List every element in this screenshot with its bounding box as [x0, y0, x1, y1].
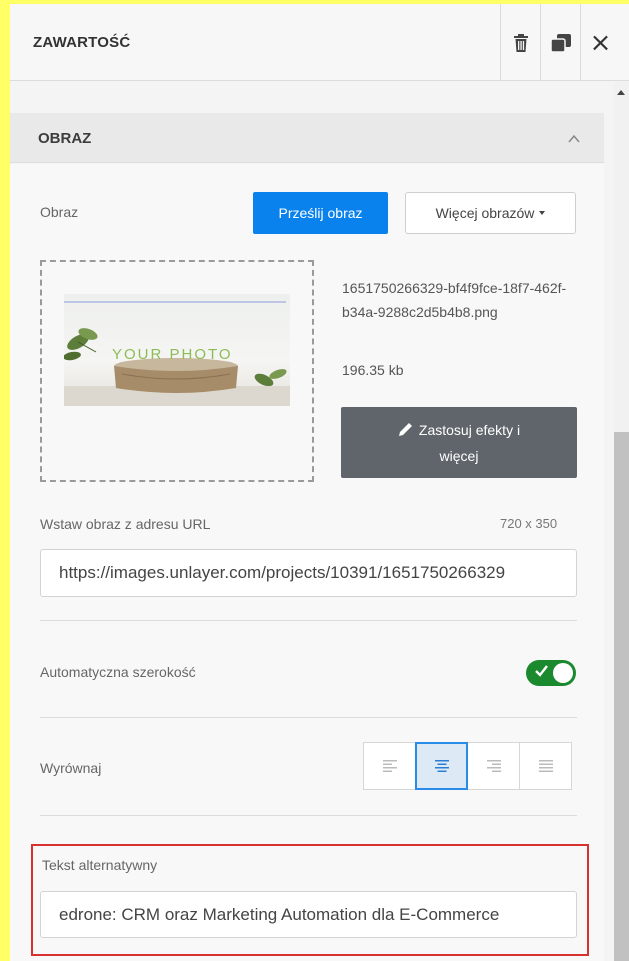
duplicate-button[interactable]: [540, 4, 580, 81]
auto-width-label: Automatyczna szerokość: [40, 664, 196, 680]
alignment-button-group: [363, 742, 577, 790]
image-url-value: https://images.unlayer.com/projects/1039…: [59, 563, 506, 582]
alt-text-input[interactable]: edrone: CRM oraz Marketing Automation dl…: [40, 891, 577, 938]
section-title: OBRAZ: [38, 130, 92, 147]
close-icon: ×: [589, 27, 612, 58]
upload-image-button[interactable]: Prześlij obraz: [253, 192, 388, 234]
image-dimensions: 720 x 350: [500, 516, 558, 531]
effects-label-line2: więcej: [439, 447, 479, 464]
url-label: Wstaw obraz z adresu URL: [40, 516, 211, 532]
duplicate-icon: [550, 33, 571, 52]
scroll-up-arrow-icon[interactable]: [617, 90, 625, 95]
auto-width-toggle[interactable]: [526, 660, 576, 686]
more-images-dropdown[interactable]: Więcej obrazów: [405, 192, 576, 234]
divider: [40, 815, 577, 816]
apply-effects-button[interactable]: Zastosuj efekty i więcej: [341, 407, 577, 478]
align-justify-icon: [538, 760, 553, 772]
image-section-header[interactable]: OBRAZ: [10, 113, 604, 163]
alt-text-label: Tekst alternatywny: [42, 857, 158, 873]
content-panel: ZAWARTOŚĆ × OBRAZ Obraz Prześlij obraz W…: [10, 4, 629, 961]
caret-down-icon: [539, 211, 546, 215]
image-url-input[interactable]: https://images.unlayer.com/projects/1039…: [40, 549, 577, 597]
align-justify-button[interactable]: [519, 742, 572, 790]
align-label: Wyrównaj: [40, 760, 102, 776]
image-thumbnail: YOUR PHOTO: [64, 294, 290, 406]
align-left-icon: [382, 760, 397, 772]
toggle-knob: [553, 663, 573, 683]
divider: [40, 620, 577, 621]
align-left-button[interactable]: [363, 742, 416, 790]
panel-header: ZAWARTOŚĆ ×: [10, 4, 629, 81]
file-name: 1651750266329-bf4f9fce-18f7-462f-b34a-92…: [342, 280, 567, 320]
scrollbar-thumb[interactable]: [614, 432, 629, 961]
trash-icon: [513, 33, 528, 52]
align-center-button[interactable]: [415, 742, 468, 790]
effects-label-line1: Zastosuj efekty i: [418, 421, 521, 438]
panel-title: ZAWARTOŚĆ: [33, 34, 131, 51]
thumbnail-text: YOUR PHOTO: [112, 346, 233, 363]
align-center-icon: [434, 760, 449, 772]
more-images-label: Więcej obrazów: [435, 205, 535, 221]
image-drop-zone[interactable]: YOUR PHOTO: [40, 260, 314, 482]
align-right-icon: [486, 760, 501, 772]
close-button[interactable]: ×: [580, 4, 620, 81]
chevron-up-icon: [568, 134, 580, 143]
image-label: Obraz: [40, 204, 79, 220]
image-section-body: Obraz Prześlij obraz Więcej obrazów YOUR…: [10, 164, 604, 961]
delete-button[interactable]: [500, 4, 540, 81]
file-size: 196.35 kb: [342, 362, 404, 378]
check-icon: [535, 665, 548, 677]
alt-text-value: edrone: CRM oraz Marketing Automation dl…: [59, 904, 500, 924]
divider: [40, 717, 577, 718]
pencil-icon: [398, 423, 412, 436]
align-right-button[interactable]: [467, 742, 520, 790]
